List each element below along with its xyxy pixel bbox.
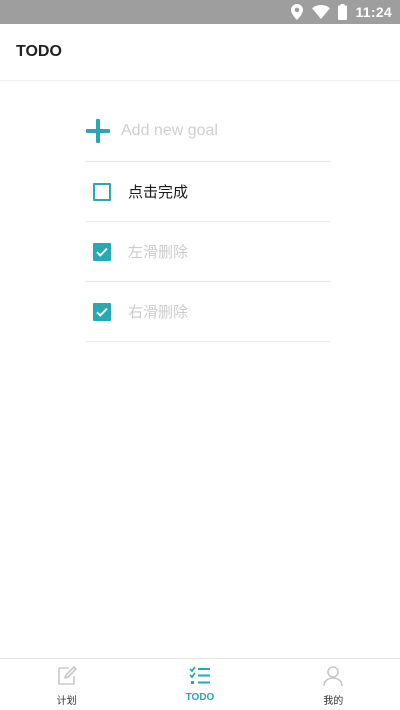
todo-text: 左滑删除 [128, 243, 189, 261]
checkmark-icon [96, 307, 108, 317]
checkmark-icon [96, 247, 108, 257]
add-icon[interactable] [86, 119, 110, 143]
status-bar: 11:24 [0, 0, 400, 24]
checkbox-unchecked[interactable] [93, 182, 111, 201]
checkbox-checked[interactable] [93, 242, 111, 261]
todo-item[interactable]: 左滑删除 [86, 222, 330, 282]
add-goal-input[interactable] [121, 122, 311, 140]
bottom-nav: 计划 TODO 我的 [0, 658, 400, 710]
battery-icon [338, 4, 348, 20]
page-title: TODO [16, 43, 62, 60]
todo-list: 点击完成 左滑删除 右滑删除 [86, 101, 330, 342]
nav-label: 我的 [323, 696, 344, 707]
todo-item[interactable]: 点击完成 [86, 162, 330, 222]
location-icon [291, 4, 304, 20]
todo-item[interactable]: 右滑删除 [86, 282, 330, 342]
todo-text: 右滑删除 [128, 303, 189, 321]
nav-item-todo[interactable]: TODO [133, 659, 266, 710]
status-time: 11:24 [355, 4, 392, 20]
checklist-icon [189, 666, 210, 684]
wifi-icon [312, 5, 331, 19]
todo-text: 点击完成 [128, 183, 189, 201]
nav-item-mine[interactable]: 我的 [267, 659, 400, 710]
status-icons: 11:24 [291, 0, 392, 24]
add-goal-row [86, 101, 330, 162]
nav-item-plan[interactable]: 计划 [0, 659, 133, 710]
checkbox-checked[interactable] [93, 302, 111, 321]
nav-label: TODO [185, 692, 215, 703]
person-icon [323, 666, 344, 687]
edit-icon [57, 666, 77, 685]
app-bar: TODO [0, 24, 400, 81]
nav-label: 计划 [56, 696, 77, 707]
